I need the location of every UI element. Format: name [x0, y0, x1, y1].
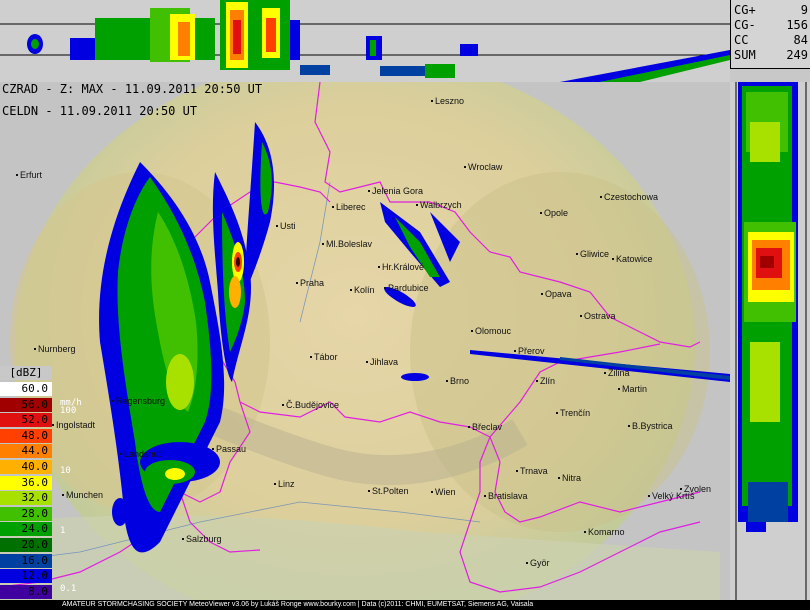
- legend-level: 12.0: [0, 569, 52, 584]
- count-label: SUM: [734, 48, 756, 62]
- count-value: 84: [793, 33, 808, 47]
- city-label: Liberec: [332, 202, 366, 212]
- legend-level: 8.0: [0, 584, 52, 599]
- count-cg-plus: CG+ 9: [734, 3, 808, 17]
- legend-level: 24.0: [0, 522, 52, 537]
- city-label: Linz: [274, 479, 295, 489]
- city-label: Gliwice: [575, 249, 610, 259]
- top-profile-echoes: [27, 0, 730, 82]
- legend-level: 16.0: [0, 553, 52, 568]
- city-label: Czestochowa: [599, 192, 659, 202]
- legend-level: 28.0: [0, 506, 52, 521]
- legend-level: 52.0: [0, 413, 52, 428]
- footer-credit: AMATEUR STORMCHASING SOCIETY MeteoViewer…: [0, 600, 810, 610]
- rain-rate-tick: 0.1: [60, 584, 77, 594]
- legend-level: 48.0: [0, 428, 52, 443]
- right-profile-image: [735, 82, 807, 602]
- city-label: Opava: [541, 289, 572, 299]
- city-label: B.Bystrica: [628, 421, 673, 431]
- city-label: Passau: [211, 444, 247, 454]
- city-label: Munchen: [61, 490, 104, 500]
- city-label: Landshut: [119, 449, 162, 459]
- city-label: Wroclaw: [463, 162, 503, 172]
- city-label: Walbrzych: [416, 200, 462, 210]
- city-label: Opole: [539, 208, 569, 218]
- radar-viewer: CG+ 9 CG- 156 CC 84 SUM 249 CZRAD - Z: M…: [0, 0, 810, 610]
- city-label: Nurnberg: [34, 344, 76, 354]
- city-label: Jelenia Gora: [367, 186, 424, 196]
- city-label: Trnava: [516, 466, 548, 476]
- city-label: Wien: [431, 487, 456, 497]
- city-label: Nitra: [557, 473, 582, 483]
- rain-rate-tick: 10: [60, 466, 71, 476]
- city-label: Ml.Boleslav: [321, 239, 373, 249]
- count-cc: CC 84: [734, 33, 808, 47]
- count-label: CC: [734, 33, 749, 47]
- right-profile-panel: [730, 82, 810, 602]
- city-label: Ostrava: [580, 311, 616, 321]
- count-value: 156: [786, 18, 808, 32]
- count-value: 249: [786, 48, 808, 62]
- count-label: CG+: [734, 3, 756, 17]
- city-label: Pardubice: [384, 283, 429, 293]
- city-label: St.Polten: [368, 486, 409, 496]
- city-label: Ingolstadt: [51, 420, 96, 430]
- lightning-counts-panel: CG+ 9 CG- 156 CC 84 SUM 249: [730, 0, 810, 69]
- city-label: Erfurt: [15, 170, 43, 180]
- city-label: Martin: [617, 384, 648, 394]
- city-label: Brno: [445, 376, 470, 386]
- city-label: Györ: [526, 558, 550, 568]
- city-label: Usti: [276, 221, 296, 231]
- rain-rate-tick: 100: [60, 406, 77, 416]
- count-value: 9: [800, 3, 808, 17]
- city-label: Břeclav: [467, 422, 503, 432]
- count-label: CG-: [734, 18, 756, 32]
- city-label: Regensburg: [111, 396, 166, 406]
- city-label: Kolín: [350, 285, 375, 295]
- city-label: Č.Budějovice: [281, 400, 340, 410]
- city-label: Leszno: [430, 96, 465, 106]
- legend-level: 44.0: [0, 444, 52, 459]
- city-label: Salzburg: [182, 534, 222, 544]
- legend-unit: [dBZ]: [0, 366, 52, 380]
- city-label: Tábor: [310, 352, 338, 362]
- city-label: Hr.Králové: [377, 262, 425, 272]
- lightning-header: CELDN - 11.09.2011 20:50 UT: [2, 104, 198, 118]
- city-label: Komarno: [584, 527, 625, 537]
- radar-header: CZRAD - Z: MAX - 11.09.2011 20:50 UT: [2, 82, 263, 96]
- city-label: Trenčín: [555, 408, 591, 418]
- city-label: Velký Krtíš: [648, 491, 695, 501]
- legend-level: 60.0: [0, 382, 52, 396]
- city-label: Olomouc: [470, 326, 512, 336]
- legend-level: 40.0: [0, 460, 52, 474]
- city-label: Zlín: [535, 376, 556, 386]
- city-label: Katowice: [612, 254, 653, 264]
- map-canvas: [0, 82, 730, 600]
- city-label: Bratislava: [484, 491, 528, 501]
- legend-level: 56.0: [0, 397, 52, 412]
- city-label: Jihlava: [365, 357, 399, 367]
- legend-level: 20.0: [0, 538, 52, 552]
- radar-map[interactable]: CZRAD - Z: MAX - 11.09.2011 20:50 UT CEL…: [0, 82, 730, 600]
- city-label: Praha: [295, 278, 325, 288]
- city-label: Žilina: [604, 368, 630, 378]
- legend-level: 36.0: [0, 475, 52, 490]
- count-sum: SUM 249: [734, 48, 808, 62]
- legend-level: 32.0: [0, 491, 52, 506]
- city-label: Přerov: [514, 346, 545, 356]
- rain-rate-tick: 1: [60, 526, 66, 536]
- top-profile-image: [0, 0, 730, 82]
- top-profile-panel: [0, 0, 730, 82]
- dbz-legend: [dBZ] 60.0 56.0 52.0 48.0 44.0 40.0 36.0 32.0 28…: [0, 366, 82, 602]
- count-cg-minus: CG- 156: [734, 18, 808, 32]
